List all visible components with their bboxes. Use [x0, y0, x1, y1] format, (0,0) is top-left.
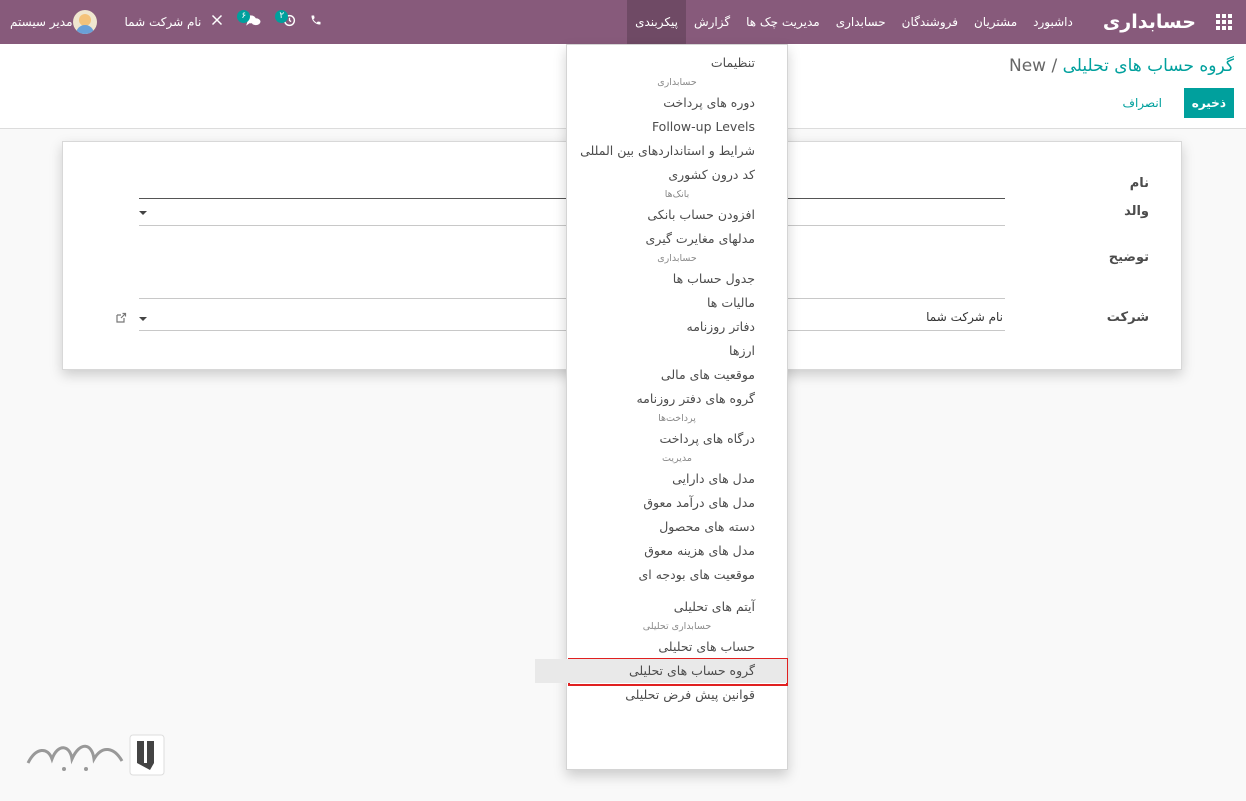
dropdown-menu-item[interactable]: آیتم های تحلیلی: [535, 595, 787, 619]
dropdown-section-header: حسابداری: [657, 253, 697, 264]
breadcrumb: گروه حساب های تحلیلی / New: [1009, 56, 1234, 76]
navbar-systray: ۲ ۶ نام شرکت شما مدیر سیستم: [0, 0, 322, 44]
user-avatar: [72, 10, 97, 34]
dropdown-menu-item[interactable]: ارزها: [535, 339, 787, 363]
dropdown-section-header: مدیریت: [662, 453, 692, 464]
parent-label: والد: [1124, 204, 1149, 219]
breadcrumb-parent[interactable]: گروه حساب های تحلیلی: [1063, 56, 1234, 76]
save-button[interactable]: ذخیره: [1183, 88, 1234, 118]
dropdown-menu-item[interactable]: قوانین پیش فرض تحلیلی: [535, 683, 787, 707]
messages-count-badge: ۶: [237, 9, 251, 23]
dropdown-menu-item[interactable]: مالیات ها: [535, 291, 787, 315]
company-switcher[interactable]: نام شرکت شما: [125, 15, 202, 29]
dropdown-menu-item[interactable]: دسته های محصول: [535, 515, 787, 539]
dropdown-menu-item[interactable]: گروه حساب های تحلیلی: [535, 659, 787, 683]
discard-button[interactable]: انصراف: [1115, 88, 1170, 118]
dropdown-menu-item[interactable]: موقعیت های بودجه ای: [535, 563, 787, 587]
watermark-logo: [26, 734, 165, 776]
messages-icon[interactable]: ۶: [237, 9, 261, 31]
dropdown-menu-item[interactable]: دوره های پرداخت: [535, 91, 787, 115]
menu-configuration[interactable]: پیکربندی: [627, 0, 686, 44]
dropdown-section-header: حسابداری: [657, 77, 697, 88]
dropdown-section-header: حسابداری تحلیلی: [642, 621, 712, 632]
menu-dashboard[interactable]: داشبورد: [1025, 0, 1081, 44]
dropdown-menu-item[interactable]: کد درون کشوری: [535, 163, 787, 187]
dropdown-menu-item[interactable]: مدل های هزینه معوق: [535, 539, 787, 563]
company-label: شرکت: [1106, 310, 1149, 325]
dropdown-menu-item[interactable]: مدلهای مغایرت گیری: [535, 227, 787, 251]
activity-clock-icon[interactable]: ۲: [275, 9, 296, 31]
activity-count-badge: ۲: [275, 9, 289, 23]
configuration-dropdown-menu: تنظیمات حسابداری دوره های پرداخت Follow-up …: [535, 44, 788, 770]
dropdown-menu-item[interactable]: جدول حساب ها: [535, 267, 787, 291]
dropdown-menu-item[interactable]: شرایط و استانداردهای بین المللی: [535, 139, 787, 163]
company-value: نام شرکت شما: [926, 310, 1003, 324]
breadcrumb-current: New: [1008, 56, 1047, 76]
dropdown-menu-item[interactable]: مدل های دارایی: [535, 467, 787, 491]
user-name: مدیر سیستم: [10, 15, 73, 29]
dropdown-menu-item[interactable]: درگاه های پرداخت: [535, 427, 787, 451]
user-menu[interactable]: مدیر سیستم: [10, 10, 103, 34]
dropdown-menu-item[interactable]: موقعیت های مالی: [535, 363, 787, 387]
menu-accounting[interactable]: حسابداری: [828, 0, 894, 44]
debug-tools-icon[interactable]: [211, 14, 223, 30]
top-navbar: حسابداری داشبورد مشتریان فروشندگان حسابد…: [0, 0, 1246, 45]
breadcrumb-separator: /: [1051, 56, 1058, 76]
dropdown-menu-item[interactable]: Follow-up Levels: [535, 115, 787, 139]
menu-reporting[interactable]: گزارش: [686, 0, 738, 44]
dropdown-section-header: پرداخت‌ها: [658, 413, 696, 424]
name-label: نام: [1129, 176, 1149, 191]
dropdown-menu-item[interactable]: گروه های دفتر روزنامه: [535, 387, 787, 411]
dropdown-section-header: بانک‌ها: [664, 189, 690, 200]
main-menu: داشبورد مشتریان فروشندگان حسابداری مدیری…: [627, 0, 1081, 44]
external-link-icon[interactable]: [115, 312, 127, 324]
app-brand[interactable]: حسابداری: [1103, 11, 1196, 33]
menu-vendors[interactable]: فروشندگان: [894, 0, 966, 44]
dropdown-menu-item[interactable]: حساب های تحلیلی: [535, 635, 787, 659]
company-dropdown-caret-icon[interactable]: [139, 317, 147, 321]
dropdown-menu-item[interactable]: افزودن حساب بانکی: [535, 203, 787, 227]
navbar-main: حسابداری داشبورد مشتریان فروشندگان حسابد…: [627, 0, 1246, 44]
description-label: توضیح: [1108, 250, 1149, 265]
menu-check-management[interactable]: مدیریت چک ها: [738, 0, 828, 44]
menu-customers[interactable]: مشتریان: [966, 0, 1025, 44]
dropdown-menu-item[interactable]: دفاتر روزنامه: [535, 315, 787, 339]
dropdown-menu-item[interactable]: تنظیمات: [535, 51, 787, 75]
phone-icon[interactable]: [310, 14, 322, 30]
dropdown-menu-item[interactable]: مدل های درآمد معوق: [535, 491, 787, 515]
apps-grid-icon[interactable]: [1202, 0, 1246, 44]
parent-dropdown-caret-icon[interactable]: [139, 211, 147, 215]
